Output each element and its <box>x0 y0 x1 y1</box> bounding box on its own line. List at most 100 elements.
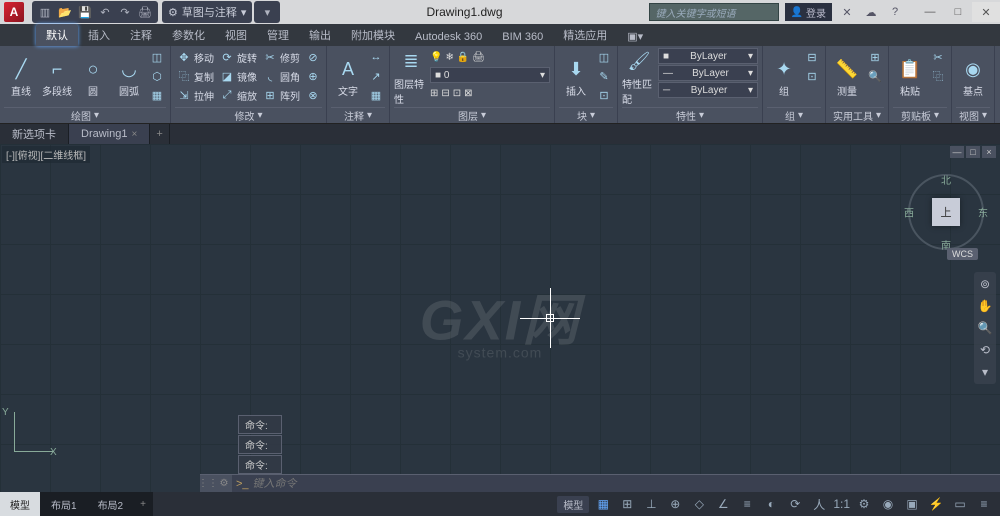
scale-label[interactable]: 1:1 <box>833 494 850 514</box>
ungroup-button[interactable]: ⊟ <box>803 48 821 66</box>
otrack-toggle[interactable]: ∠ <box>713 494 733 514</box>
layout-tab-2[interactable]: 布局2 <box>88 492 135 516</box>
vp-maximize[interactable]: □ <box>966 146 980 158</box>
login-button[interactable]: 👤 登录 <box>785 3 832 21</box>
nav-pan-icon[interactable]: ✋ <box>976 297 994 315</box>
undo-icon[interactable]: ↶ <box>96 3 114 21</box>
panel-title-props[interactable]: 特性▾ <box>622 107 758 123</box>
insert-block-button[interactable]: ⬇插入 <box>559 48 593 107</box>
tab-parametric[interactable]: 参数化 <box>162 24 215 46</box>
tab-overflow[interactable]: ▣▾ <box>617 27 653 46</box>
linetype-dropdown[interactable]: ─ByLayer▾ <box>658 82 758 98</box>
move-button[interactable]: ✥移动 <box>175 48 216 66</box>
ortho-toggle[interactable]: ⊥ <box>641 494 661 514</box>
copy-button[interactable]: ⿻复制 <box>175 67 216 85</box>
util-2[interactable]: 🔍 <box>866 67 884 85</box>
group-edit[interactable]: ⊡ <box>803 67 821 85</box>
drawing-canvas[interactable]: [-][俯视][二维线框] — □ × GXI网 system.com Y X … <box>0 144 1000 492</box>
polar-toggle[interactable]: ⊕ <box>665 494 685 514</box>
tab-annotate[interactable]: 注释 <box>120 24 162 46</box>
help-icon[interactable]: ? <box>886 3 904 21</box>
tab-view[interactable]: 视图 <box>215 24 257 46</box>
viewcube-west[interactable]: 西 <box>904 205 914 220</box>
qat-more-icon[interactable]: ▾ <box>258 3 276 21</box>
layout-tab-1[interactable]: 布局1 <box>41 492 88 516</box>
arc-button[interactable]: ◡圆弧 <box>112 48 146 107</box>
viewcube[interactable]: 上 北 南 东 西 <box>908 174 984 250</box>
util-1[interactable]: ⊞ <box>866 48 884 66</box>
panel-title-view[interactable]: 视图▾ <box>956 107 990 123</box>
paste-button[interactable]: 📋粘贴 <box>893 48 927 107</box>
app-icon[interactable]: A <box>4 2 24 22</box>
close-tab-icon[interactable]: × <box>131 129 137 140</box>
clean-screen[interactable]: ▭ <box>950 494 970 514</box>
model-badge[interactable]: 模型 <box>557 496 589 513</box>
layer-tools[interactable]: ⊞⊟⊡⊠ <box>430 84 550 102</box>
tab-addins[interactable]: 附加模块 <box>341 24 405 46</box>
rotate-button[interactable]: ⟳旋转 <box>218 48 259 66</box>
tab-output[interactable]: 输出 <box>299 24 341 46</box>
color-dropdown[interactable]: ■ByLayer▾ <box>658 48 758 64</box>
grid-toggle[interactable]: ▦ <box>593 494 613 514</box>
layer-states[interactable]: 💡❄🔒🖨 <box>430 48 550 66</box>
tab-a360[interactable]: Autodesk 360 <box>405 28 492 46</box>
annotation-monitor[interactable]: ◉ <box>878 494 898 514</box>
stretch-button[interactable]: ⇲拉伸 <box>175 86 216 104</box>
panel-title-block[interactable]: 块▾ <box>559 107 613 123</box>
panel-title-util[interactable]: 实用工具▾ <box>830 107 884 123</box>
block-attr[interactable]: ⊡ <box>595 86 613 104</box>
vp-minimize[interactable]: — <box>950 146 964 158</box>
vp-close[interactable]: × <box>982 146 996 158</box>
wcs-badge[interactable]: WCS <box>947 248 978 260</box>
command-input[interactable] <box>253 478 1000 490</box>
block-edit[interactable]: ✎ <box>595 67 613 85</box>
lineweight-dropdown[interactable]: —ByLayer▾ <box>658 65 758 81</box>
lineweight-toggle[interactable]: ≡ <box>737 494 757 514</box>
match-props-button[interactable]: 🖌特性匹配 <box>622 48 656 107</box>
cmdline-handle[interactable]: ⋮⋮ <box>200 475 216 492</box>
redo-icon[interactable]: ↷ <box>116 3 134 21</box>
layer-props-button[interactable]: ≣图层特性 <box>394 48 428 107</box>
draw-extra-1[interactable]: ◫ <box>148 48 166 66</box>
nav-wheel-icon[interactable]: ⊚ <box>976 275 994 293</box>
modify-extra-1[interactable]: ⊘ <box>304 48 322 66</box>
osnap-toggle[interactable]: ◇ <box>689 494 709 514</box>
panel-title-draw[interactable]: 绘图▾ <box>4 107 166 123</box>
nav-more-icon[interactable]: ▾ <box>976 363 994 381</box>
doc-tab-new[interactable]: 新选项卡 <box>0 124 69 144</box>
hardware-accel[interactable]: ⚡ <box>926 494 946 514</box>
dim-button[interactable]: ↔ <box>367 48 385 66</box>
panel-title-annot[interactable]: 注释▾ <box>331 107 385 123</box>
modify-extra-3[interactable]: ⊗ <box>304 86 322 104</box>
viewcube-face[interactable]: 上 <box>932 198 960 226</box>
array-button[interactable]: ⊞阵列 <box>261 86 302 104</box>
text-button[interactable]: A文字 <box>331 48 365 107</box>
line-button[interactable]: ╱直线 <box>4 48 38 107</box>
scale-button[interactable]: ⤢缩放 <box>218 86 259 104</box>
modify-extra-2[interactable]: ⊕ <box>304 67 322 85</box>
workspace-switch[interactable]: ⚙ <box>854 494 874 514</box>
table-button[interactable]: ▦ <box>367 86 385 104</box>
copy-clip-button[interactable]: ⿻ <box>929 67 947 85</box>
exchange-icon[interactable]: ✕ <box>838 3 856 21</box>
viewport-label[interactable]: [-][俯视][二维线框] <box>2 146 90 163</box>
base-button[interactable]: ◉基点 <box>956 48 990 107</box>
customize-icon[interactable]: ≡ <box>974 494 994 514</box>
panel-title-modify[interactable]: 修改▾ <box>175 107 322 123</box>
block-create[interactable]: ◫ <box>595 48 613 66</box>
panel-title-layers[interactable]: 图层▾ <box>394 107 550 123</box>
polyline-button[interactable]: ⌐多段线 <box>40 48 74 107</box>
panel-title-clipboard[interactable]: 剪贴板▾ <box>893 107 947 123</box>
viewcube-north[interactable]: 北 <box>941 172 951 187</box>
new-icon[interactable]: ▥ <box>36 3 54 21</box>
workspace-selector[interactable]: ⚙ 草图与注释 ▾ <box>162 1 252 23</box>
trim-button[interactable]: ✂修剪 <box>261 48 302 66</box>
panel-title-group[interactable]: 组▾ <box>767 107 821 123</box>
cmdline-options[interactable]: ⚙ <box>216 475 232 492</box>
annotation-scale[interactable]: 人 <box>809 494 829 514</box>
leader-button[interactable]: ↗ <box>367 67 385 85</box>
tab-manage[interactable]: 管理 <box>257 24 299 46</box>
circle-button[interactable]: ○圆 <box>76 48 110 107</box>
draw-extra-2[interactable]: ⬡ <box>148 67 166 85</box>
layout-tab-add[interactable]: + <box>134 492 153 516</box>
